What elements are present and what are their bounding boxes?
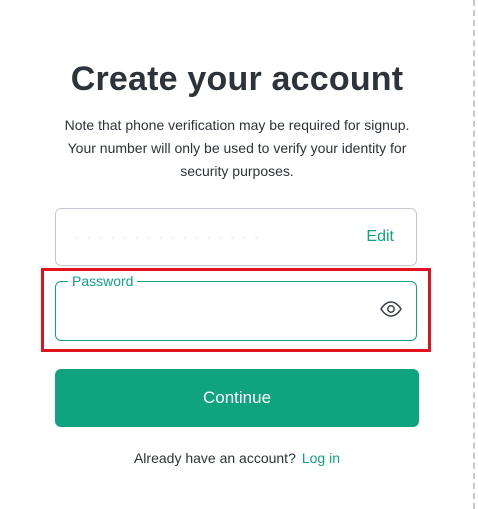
password-input[interactable] [70, 296, 364, 326]
edit-email-link[interactable]: Edit [366, 228, 394, 246]
phone-verification-note: Note that phone verification may be requ… [64, 117, 410, 179]
email-value: ················ [74, 228, 266, 246]
eye-icon[interactable] [380, 301, 402, 317]
page-title: Create your account [70, 60, 404, 98]
log-in-link[interactable]: Log in [302, 450, 340, 466]
login-prompt: Already have an account? Log in [0, 450, 474, 466]
password-field[interactable]: Password [55, 273, 417, 341]
login-prompt-text: Already have an account? [133, 450, 296, 466]
password-label: Password [68, 273, 138, 289]
email-field: ················ Edit [55, 208, 417, 266]
continue-button[interactable]: Continue [55, 369, 419, 427]
signup-page: Create your account Note that phone veri… [0, 0, 478, 509]
